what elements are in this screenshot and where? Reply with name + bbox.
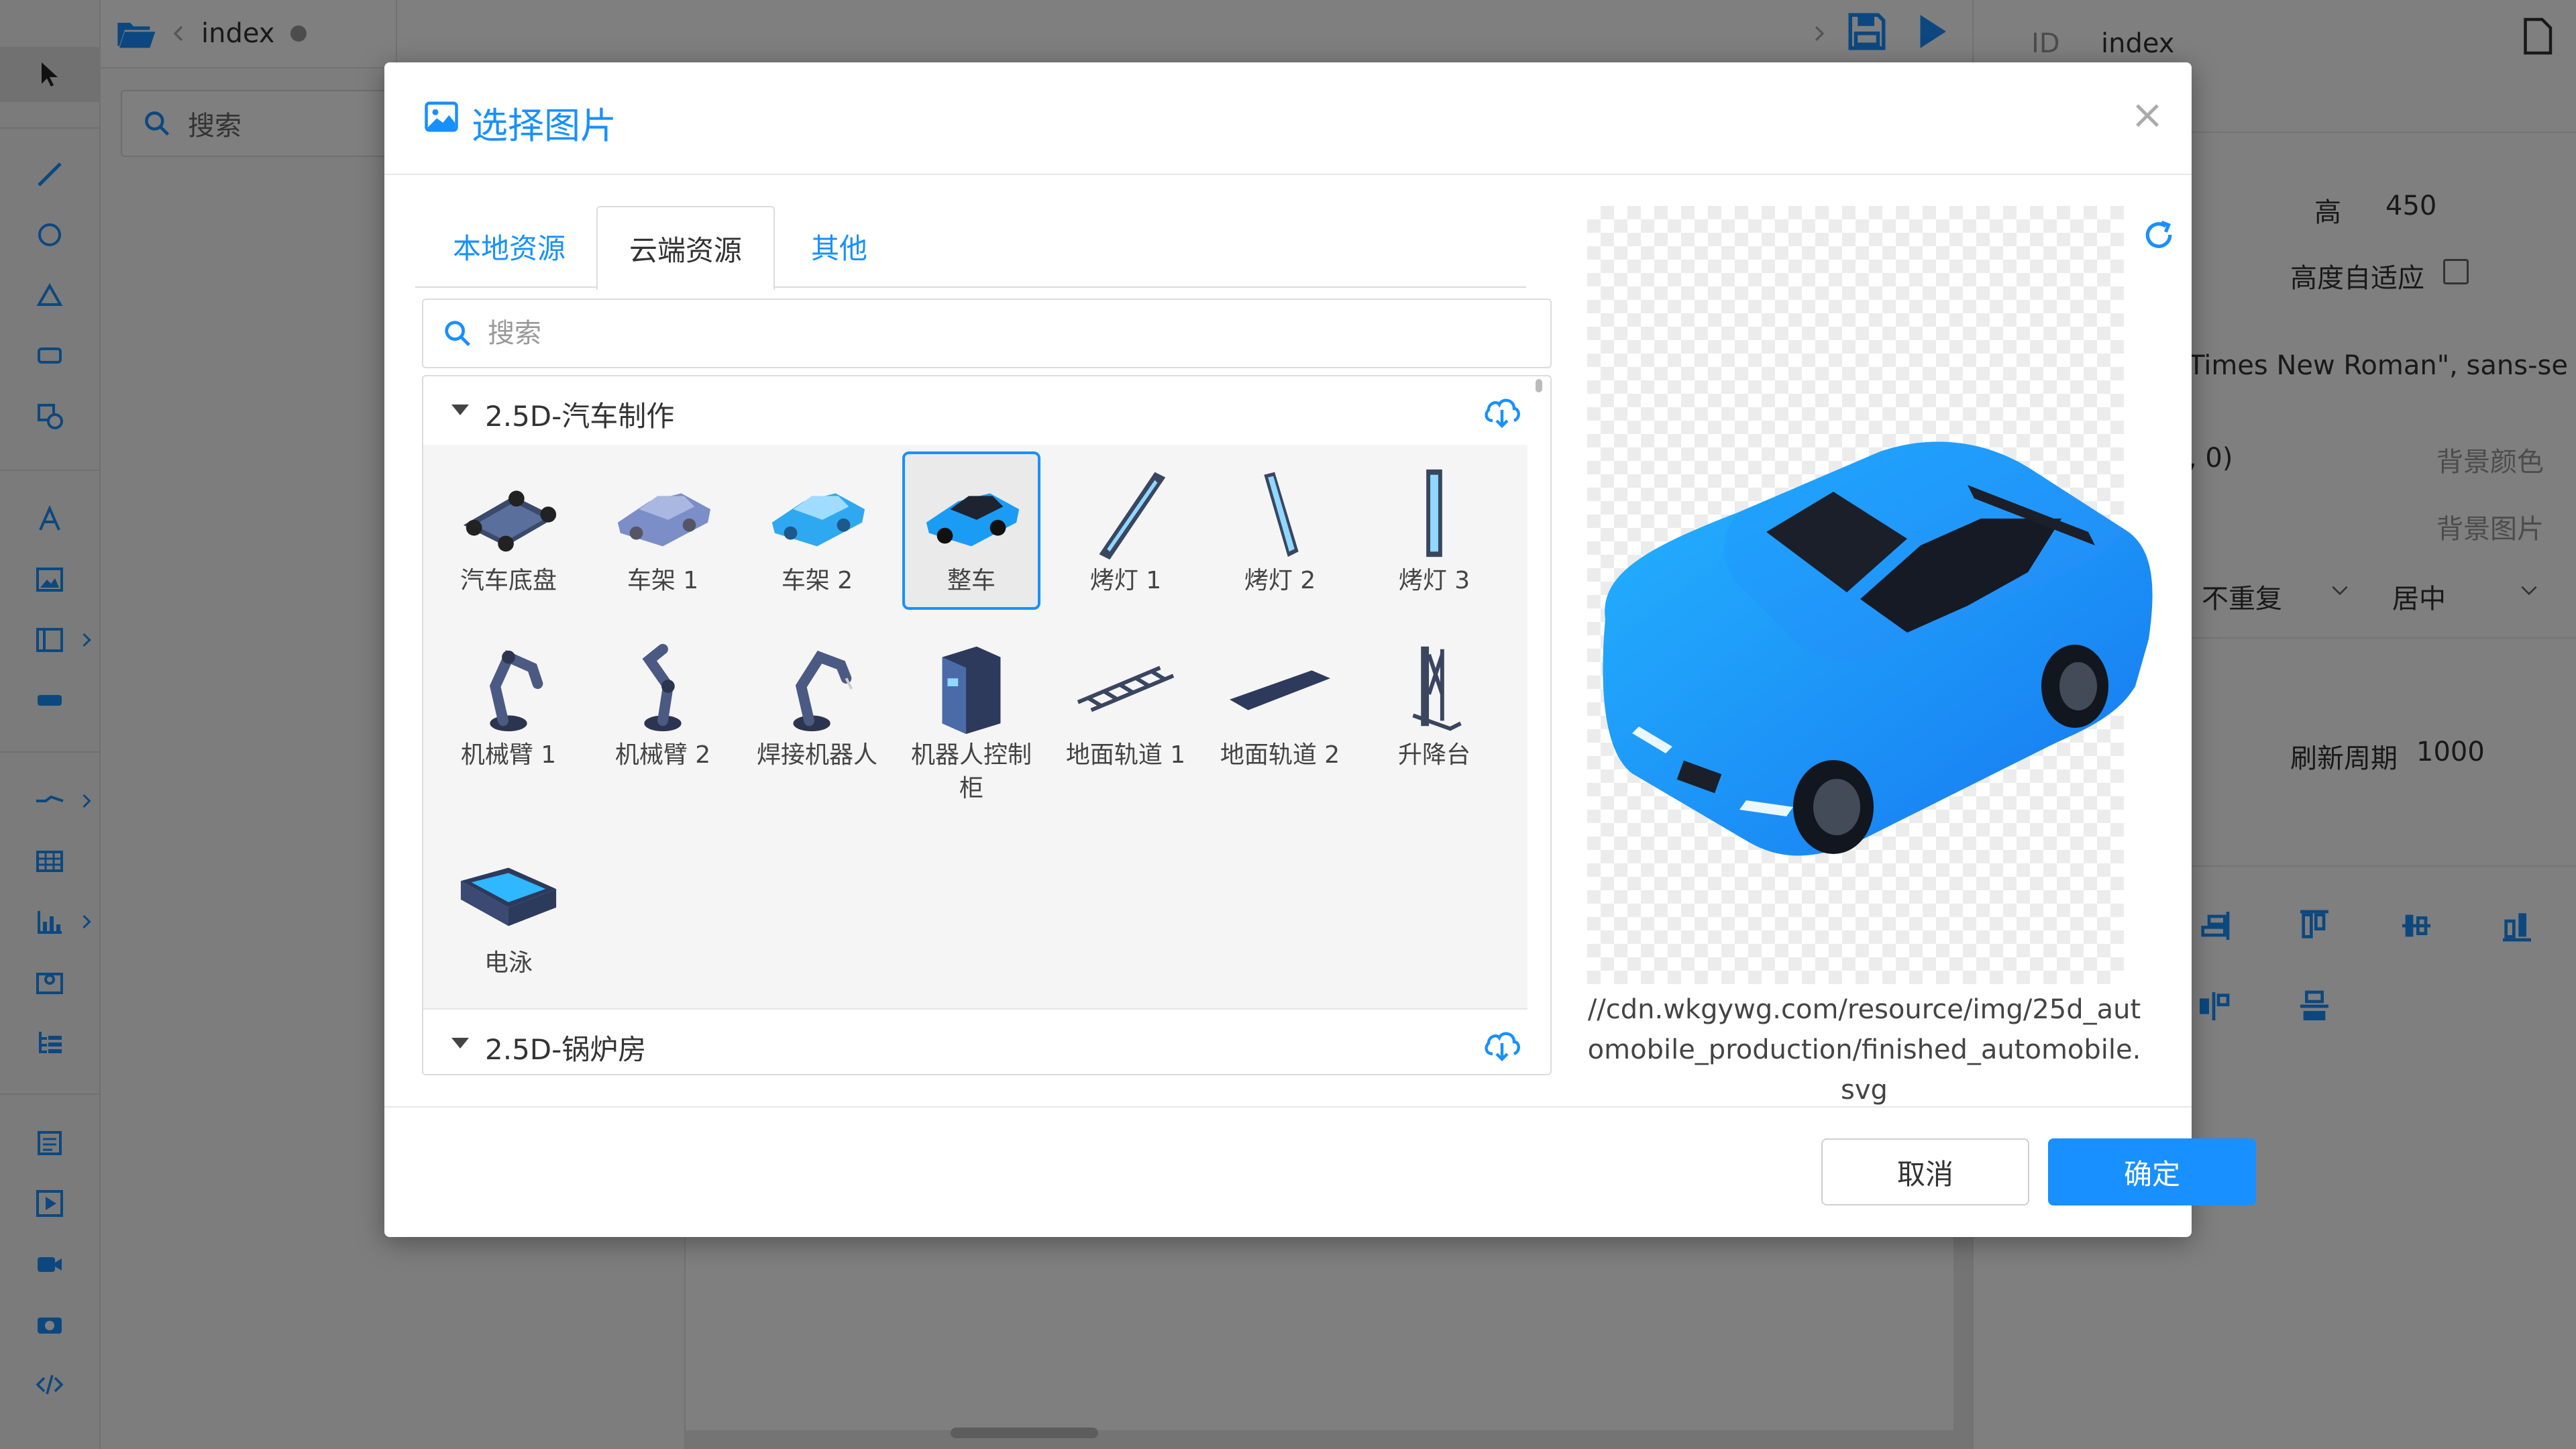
item-label: 机械臂 1 [460,741,557,769]
tab-label: 本地资源 [452,231,566,265]
list-item-robot-cabinet[interactable]: 机器人控制柜 [902,626,1040,802]
list-item-robot-arm-1[interactable]: 机械臂 1 [439,626,578,784]
search-input[interactable] [486,317,1495,350]
list-item-frame-2[interactable]: 车架 2 [748,451,886,610]
list-item-paint-lamp-2[interactable]: 烤灯 2 [1211,451,1349,610]
item-label: 地面轨道 1 [1065,741,1186,769]
tab-label: 云端资源 [629,233,742,267]
confirm-button[interactable]: 确定 [2048,1138,2256,1205]
source-tabs: 本地资源 云端资源 其他 [415,206,1526,290]
close-icon[interactable]: × [2129,95,2166,135]
paint-lamp-icon [1099,472,1166,560]
caret-down-icon [451,405,469,415]
car-frame-icon [617,493,711,547]
list-scrollbar[interactable] [1530,376,1546,1074]
floor-plate-icon [1229,670,1331,710]
tab-cloud[interactable]: 云端资源 [596,206,775,290]
item-label: 烤灯 1 [1089,567,1162,594]
list-item-frame-1[interactable]: 车架 1 [594,451,732,610]
paint-lamp-icon [1264,472,1299,557]
item-label: 焊接机器人 [756,741,877,769]
item-label: 电泳 [484,949,533,977]
picture-icon [425,101,458,132]
caret-down-icon [451,1038,469,1049]
group-header-car[interactable]: 2.5D-汽车制作 [423,376,1527,446]
tab-label: 其他 [810,231,867,265]
item-label: 烤灯 3 [1398,567,1470,594]
tab-local[interactable]: 本地资源 [415,206,603,286]
search-icon [445,321,470,346]
list-item-welding-robot[interactable]: 焊接机器人 [748,626,886,784]
footer-divider [384,1106,2192,1108]
cloud-download-icon[interactable] [1482,1027,1522,1062]
robot-arm-icon [489,650,543,732]
car-preview-image [1603,441,2153,856]
item-label: 车架 2 [781,567,853,594]
item-label: 汽车底盘 [460,567,557,594]
tab-other[interactable]: 其他 [772,206,906,286]
group-name: 2.5D-锅炉房 [485,1033,647,1066]
item-label: 机器人控制柜 [910,741,1032,802]
robot-arm-icon [642,643,682,732]
item-label: 机械臂 2 [614,741,711,769]
electrophoresis-tank-icon [460,867,557,926]
group-items-car: 汽车底盘 车架 1 车架 2 整车 烤灯 1 烤灯 2 烤灯 3 机械臂 1 机… [423,445,1527,1010]
group-header-boiler-room[interactable]: 2.5D-锅炉房 [423,1010,1527,1074]
dialog-header: 选择图片 × [384,62,2192,175]
cloud-download-icon[interactable] [1482,394,1522,429]
item-label: 车架 1 [627,567,699,594]
resource-list: 2.5D-汽车制作 汽车底盘 车架 1 车架 2 整车 烤灯 1 烤灯 2 烤灯… [422,375,1552,1075]
scroll-thumb[interactable] [1536,379,1542,392]
lift-platform-icon [1412,646,1462,731]
list-item-chassis[interactable]: 汽车底盘 [439,451,578,610]
car-icon [926,493,1020,547]
resource-search[interactable] [422,299,1552,368]
refresh-icon[interactable] [2142,218,2176,252]
list-item-electrophoresis[interactable]: 电泳 [439,834,578,992]
cancel-button[interactable]: 取消 [1821,1138,2029,1205]
car-frame-painted-icon [771,493,865,547]
control-cabinet-icon [942,646,1001,735]
group-name: 2.5D-汽车制作 [485,400,675,433]
list-item-paint-lamp-3[interactable]: 烤灯 3 [1365,451,1503,610]
dialog-title: 选择图片 [472,105,616,147]
item-label: 升降台 [1397,741,1470,769]
item-label: 烤灯 2 [1244,567,1316,594]
chassis-icon [463,490,557,552]
welding-robot-icon [793,650,853,732]
list-item-robot-arm-2[interactable]: 机械臂 2 [594,626,732,784]
list-item-floor-track-1[interactable]: 地面轨道 1 [1057,626,1195,784]
item-label: 地面轨道 2 [1220,741,1340,769]
list-item-floor-track-2[interactable]: 地面轨道 2 [1211,626,1349,784]
list-item-complete-car[interactable]: 整车 [902,451,1040,610]
paint-lamp-icon [1426,469,1442,557]
item-label: 整车 [947,567,996,594]
preview-url: //cdn.wkgywg.com/resource/img/25d_automo… [1587,994,2141,1106]
list-item-paint-lamp-1[interactable]: 烤灯 1 [1057,451,1195,610]
list-item-lift-platform[interactable]: 升降台 [1365,626,1503,784]
select-image-dialog: 选择图片 × 本地资源 云端资源 其他 2.5D-汽车制作 汽车底盘 车架 1 [384,62,2256,1237]
floor-track-icon [1077,665,1175,712]
